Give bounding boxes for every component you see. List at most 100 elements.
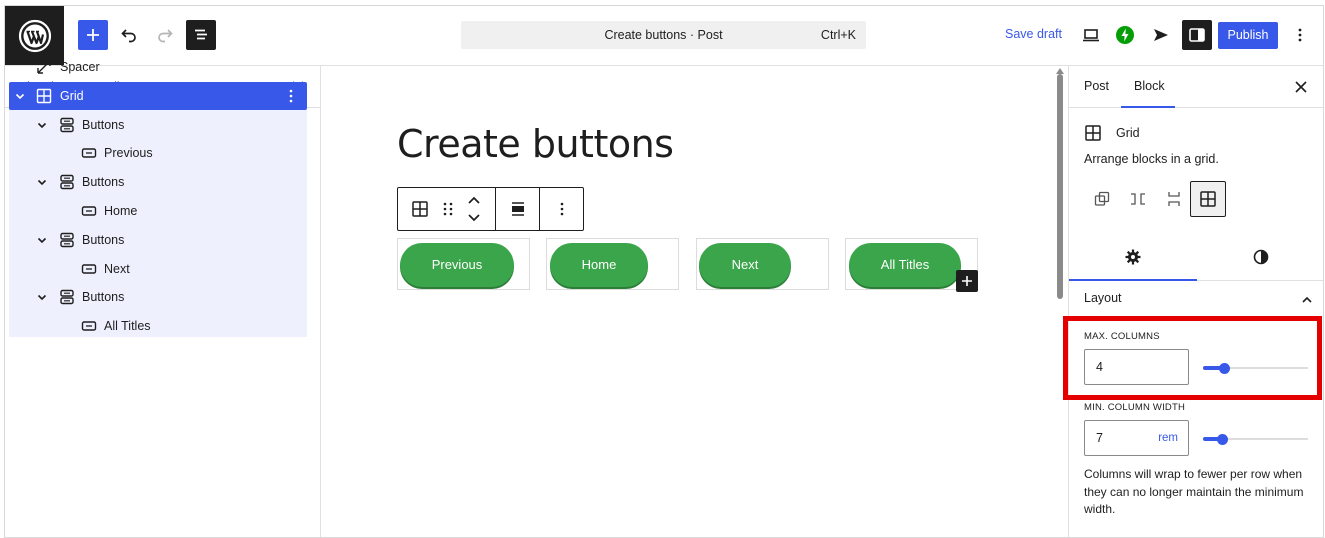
block-inserter-button[interactable] (78, 20, 108, 50)
list-item-button[interactable]: Home (9, 197, 307, 225)
preview-button[interactable] (1076, 20, 1106, 50)
undo-button[interactable] (114, 20, 144, 50)
stack-icon (1168, 192, 1180, 206)
block-options-button[interactable] (552, 199, 572, 219)
wordpress-icon (18, 19, 51, 52)
block-toolbar (397, 187, 584, 231)
grid-cell[interactable]: Previous (397, 238, 530, 290)
buttons-icon (60, 174, 74, 190)
tab-post[interactable]: Post (1084, 66, 1109, 108)
save-draft-button[interactable]: Save draft (1005, 27, 1062, 41)
list-item-spacer[interactable]: Spacer (9, 53, 307, 81)
list-item-label: Buttons (82, 175, 125, 189)
unit-select[interactable]: rem (1158, 421, 1178, 455)
post-title[interactable]: Create buttons (397, 122, 674, 166)
canvas-scrollbar[interactable] (1057, 74, 1063, 299)
button-all-titles[interactable]: All Titles (849, 243, 961, 287)
options-menu-button[interactable] (1285, 20, 1315, 50)
button-previous[interactable]: Previous (400, 243, 514, 287)
toolbar-separator (539, 188, 540, 230)
drag-handle-icon (443, 202, 453, 216)
chevron-down-icon[interactable] (36, 291, 48, 303)
tab-styles[interactable] (1197, 233, 1323, 281)
more-vertical-icon[interactable] (283, 88, 299, 104)
redo-icon (158, 29, 173, 43)
list-item-button[interactable]: Next (9, 255, 307, 283)
alignment-button[interactable] (508, 199, 528, 219)
min-column-width-label: MIN. COLUMN WIDTH (1084, 402, 1186, 413)
close-icon (1295, 81, 1307, 93)
variation-group-button[interactable] (1084, 181, 1120, 217)
layout-panel-toggle[interactable]: Layout (1084, 291, 1314, 311)
list-item-label: Next (104, 262, 130, 276)
drag-handle[interactable] (438, 199, 458, 219)
list-item-label: Grid (60, 89, 84, 103)
send-button[interactable] (1146, 20, 1176, 50)
grid-icon (412, 201, 428, 217)
max-columns-input[interactable]: 4 (1084, 349, 1189, 385)
button-icon (81, 206, 97, 216)
undo-icon (121, 29, 136, 43)
toolbar-separator (495, 188, 496, 230)
list-item-label: Buttons (82, 118, 125, 132)
min-column-width-input[interactable]: 7 rem (1084, 420, 1189, 456)
list-item-button[interactable]: Previous (9, 139, 307, 167)
buttons-icon (60, 289, 74, 305)
contrast-icon (1253, 249, 1269, 265)
plus-icon (87, 29, 99, 41)
chevron-down-icon[interactable] (36, 234, 48, 246)
list-item-label: Home (104, 204, 138, 218)
list-item-label: Buttons (82, 290, 125, 304)
list-item-buttons[interactable]: Buttons (9, 283, 307, 311)
slider-thumb[interactable] (1217, 434, 1228, 445)
settings-sidebar: Post Block Grid Arrange blocks in a grid… (1063, 66, 1323, 537)
redo-button[interactable] (150, 20, 180, 50)
more-vertical-icon (560, 202, 564, 216)
max-columns-slider[interactable] (1203, 361, 1308, 375)
variation-stack-button[interactable] (1156, 181, 1192, 217)
list-item-buttons[interactable]: Buttons (9, 168, 307, 196)
list-item-buttons[interactable]: Buttons (9, 111, 307, 139)
list-item-buttons[interactable]: Buttons (9, 226, 307, 254)
buttons-icon (60, 117, 74, 133)
button-icon (81, 321, 97, 331)
variation-grid-button[interactable] (1190, 181, 1226, 217)
list-item-label: Previous (104, 146, 153, 160)
chevron-down-icon[interactable] (36, 119, 48, 131)
list-item-grid[interactable]: Grid (9, 82, 307, 110)
block-type-button[interactable] (410, 199, 430, 219)
variation-row-button[interactable] (1120, 181, 1156, 217)
chevron-down-icon[interactable] (14, 90, 26, 102)
grid-icon (1085, 125, 1101, 141)
editor-window: Create buttons · Post Ctrl+K Save draft … (4, 5, 1324, 538)
grid-icon (1200, 191, 1216, 207)
align-justify-icon (512, 202, 524, 216)
settings-toggle-button[interactable] (1182, 20, 1212, 50)
help-text: Columns will wrap to fewer per row when … (1084, 467, 1304, 516)
move-up-down-button[interactable] (464, 194, 484, 224)
tab-block[interactable]: Block (1134, 66, 1165, 108)
chevron-up-icon (1302, 296, 1312, 303)
button-home[interactable]: Home (550, 243, 648, 287)
max-columns-label: MAX. COLUMNS (1084, 331, 1160, 342)
close-sidebar-button[interactable] (1292, 78, 1310, 96)
min-column-width-slider[interactable] (1203, 432, 1308, 446)
list-item-button[interactable]: All Titles (9, 312, 307, 340)
jetpack-button[interactable] (1110, 20, 1140, 50)
tab-settings[interactable] (1069, 233, 1197, 281)
chevron-up-down-icon (468, 196, 480, 222)
block-card-title: Grid (1116, 126, 1140, 140)
slider-thumb[interactable] (1219, 363, 1230, 374)
command-palette-bar[interactable]: Create buttons · Post Ctrl+K (461, 21, 866, 49)
panel-title: Layout (1084, 291, 1122, 305)
publish-button[interactable]: Publish (1218, 22, 1278, 49)
chevron-down-icon[interactable] (36, 176, 48, 188)
grid-cell[interactable]: Next (696, 238, 829, 290)
sidebar-tabs: Post Block (1069, 66, 1323, 108)
document-overview-button[interactable] (186, 20, 216, 50)
grid-cell[interactable]: Home (546, 238, 679, 290)
gear-icon (1125, 249, 1141, 265)
plus-icon (962, 276, 972, 286)
button-next[interactable]: Next (699, 243, 791, 287)
add-block-button[interactable] (956, 270, 978, 292)
